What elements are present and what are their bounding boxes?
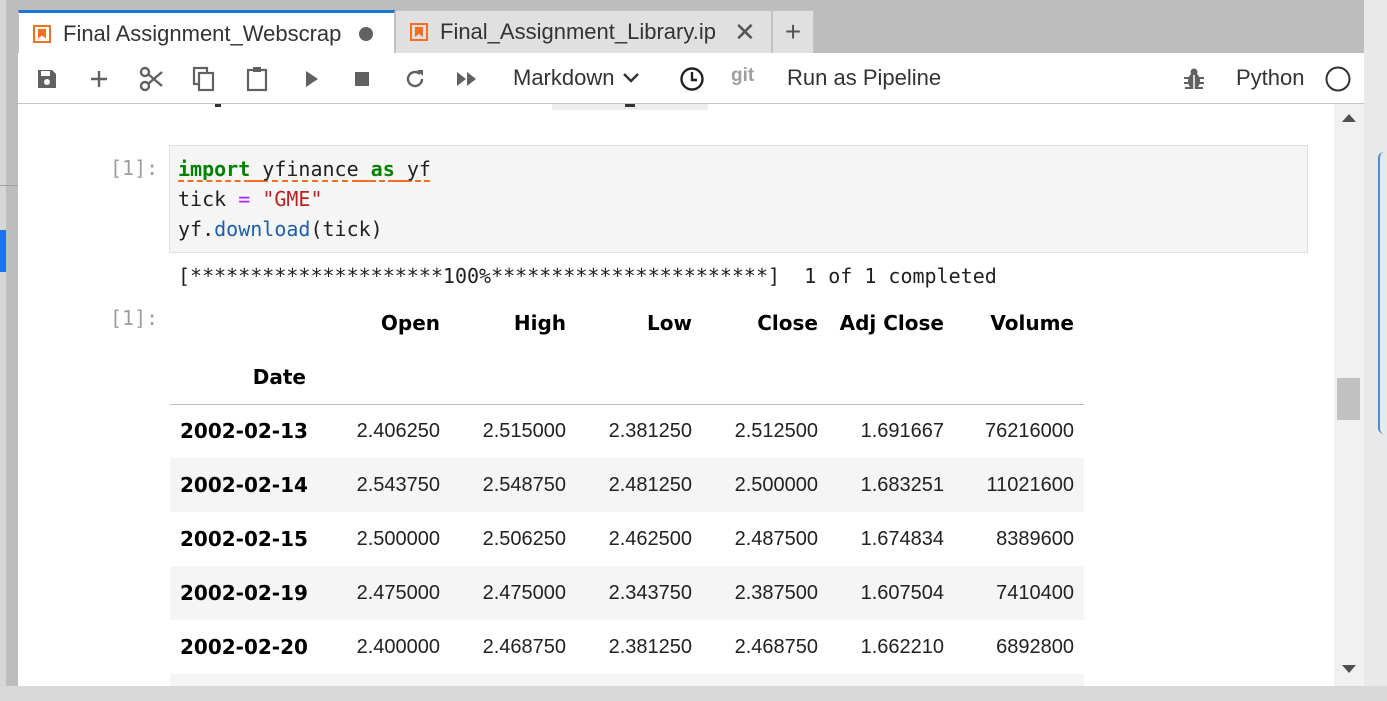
table-cell: 2.512500	[734, 419, 818, 442]
tab-final-assignment-webscraping[interactable]: Final Assignment_Webscrap	[18, 10, 395, 54]
row-index-date: 2002-02-13	[180, 419, 308, 444]
table-cell: 2.481250	[608, 473, 692, 496]
git-icon[interactable]: git	[731, 65, 754, 87]
tab-label: Final Assignment_Webscrap	[63, 20, 342, 46]
row-index-date: 2002-02-19	[180, 581, 308, 605]
dataframe-table: Open High Low Close Adj Close Volume Dat…	[170, 296, 1084, 686]
table-row: 2002-02-14 2.543750 2.548750 2.481250 2.5000…	[170, 458, 1084, 512]
table-row: 2002-02-20 2.400000 2.468750 2.381250 2.4687…	[170, 620, 1084, 674]
table-cell: 2.543750	[356, 473, 440, 496]
table-cell: 1.674834	[860, 527, 944, 550]
table-cell: 76216000	[985, 419, 1074, 442]
table-index-header-row: Date	[170, 350, 1084, 405]
cell-type-dropdown[interactable]: Markdown	[513, 65, 640, 91]
notebook-icon	[410, 23, 428, 41]
table-cell: 2.343750	[608, 581, 692, 604]
paste-icon[interactable]	[241, 63, 273, 95]
notebook-tab-bar: Final Assignment_Webscrap Final_Assignme…	[18, 10, 814, 54]
code-line: tick = "GME"	[178, 187, 323, 211]
table-cell: 11021600	[986, 473, 1075, 496]
unsaved-dot-icon[interactable]	[359, 26, 373, 41]
fast-forward-icon[interactable]	[451, 63, 483, 95]
table-row: 2002-02-15 2.500000 2.506250 2.462500 2.4875…	[170, 512, 1084, 566]
column-header: Close	[757, 311, 818, 335]
notebook-toolbar: Markdown git Run as Pipeline Python	[18, 53, 1364, 104]
output-prompt: [1]:	[110, 306, 159, 330]
notebook-panel: [1]: import yfinance as yf tick = "GME" …	[18, 104, 1334, 686]
scroll-up-arrow-icon[interactable]	[1342, 114, 1356, 122]
column-header: High	[513, 311, 566, 335]
scroll-thumb[interactable]	[1337, 378, 1360, 420]
column-header: Low	[647, 311, 692, 335]
table-cell: 2.475000	[482, 581, 566, 604]
code-line: import yfinance as yf	[178, 157, 431, 181]
cut-icon[interactable]	[136, 63, 168, 95]
code-cell-editor[interactable]: import yfinance as yf tick = "GME" yf.do…	[169, 145, 1308, 253]
kernel-status-icon	[1322, 63, 1354, 95]
table-cell: 6892800	[996, 635, 1074, 658]
scroll-down-arrow-icon[interactable]	[1342, 665, 1356, 673]
column-header: Volume	[990, 311, 1074, 335]
cell-type-label: Markdown	[513, 65, 615, 90]
notebook-icon	[33, 24, 51, 43]
table-cell: 2.406250	[356, 419, 440, 442]
table-cell: 2.468750	[734, 635, 818, 658]
table-cell: 8389600	[996, 527, 1074, 550]
table-cell: 2.548750	[482, 473, 566, 496]
table-cell: 2.387500	[734, 581, 818, 604]
table-cell: 2.506250	[482, 527, 566, 550]
run-icon[interactable]	[295, 63, 327, 95]
column-header: Adj Close	[839, 311, 944, 335]
run-as-pipeline-button[interactable]: Run as Pipeline	[787, 65, 941, 91]
table-cell: 2.468750	[482, 635, 566, 658]
status-bar-strip	[0, 686, 1387, 701]
left-divider	[0, 185, 18, 186]
row-index-date: 2002-02-20	[180, 635, 308, 659]
vertical-scrollbar[interactable]	[1334, 104, 1364, 686]
table-row: 2002-02-13 2.406250 2.515000 2.381250 2.5125…	[170, 404, 1084, 458]
table-cell: 2.487500	[734, 527, 818, 550]
table-cell: 2.500000	[734, 473, 818, 496]
chevron-down-icon	[623, 73, 640, 83]
left-active-indicator	[0, 230, 6, 272]
debugger-bug-icon[interactable]	[1178, 63, 1210, 95]
left-sidebar-strip	[0, 0, 6, 701]
input-prompt: [1]:	[110, 156, 159, 180]
table-cell: 1.607504	[860, 581, 944, 604]
close-icon[interactable]: ✕	[734, 19, 756, 45]
column-header: Open	[380, 311, 440, 335]
previous-cell-fragment	[625, 104, 635, 107]
table-cell: 2.381250	[608, 419, 692, 442]
kernel-name[interactable]: Python	[1236, 65, 1305, 91]
table-cell: 2.462500	[608, 527, 692, 550]
table-cell: 1.662210	[860, 635, 944, 658]
code-line: yf.download(tick)	[178, 217, 383, 241]
add-cell-icon[interactable]	[83, 63, 115, 95]
clock-icon[interactable]	[676, 63, 708, 95]
stop-icon[interactable]	[346, 63, 378, 95]
table-cell: 2.500000	[356, 527, 440, 550]
table-cell: 1.683251	[860, 473, 944, 496]
table-cell: 1.691667	[860, 419, 944, 442]
row-index-date: 2002-02-14	[180, 473, 308, 497]
table-cell: 2.381250	[608, 635, 692, 658]
table-row-partial	[170, 674, 1084, 686]
row-index-date: 2002-02-15	[180, 527, 308, 551]
add-tab-button[interactable]: +	[772, 10, 814, 53]
stream-output: [*********************100%**************…	[178, 264, 997, 288]
table-cell: 2.400000	[356, 635, 440, 658]
index-name: Date	[170, 350, 324, 405]
restart-icon[interactable]	[399, 63, 431, 95]
table-cell: 2.475000	[356, 581, 440, 604]
previous-cell-fragment	[215, 104, 221, 107]
right-panel-edge	[1378, 152, 1384, 434]
tab-label: Final_Assignment_Library.ip	[440, 19, 716, 44]
tab-final-assignment-library[interactable]: Final_Assignment_Library.ip ✕	[395, 10, 772, 53]
table-cell: 2.515000	[482, 419, 566, 442]
copy-icon[interactable]	[188, 63, 220, 95]
table-row: 2002-02-19 2.475000 2.475000 2.343750 2.3875…	[170, 566, 1084, 620]
save-icon[interactable]	[31, 63, 63, 95]
table-header-row: Open High Low Close Adj Close Volume	[170, 296, 1084, 350]
table-cell: 7410400	[996, 581, 1074, 604]
